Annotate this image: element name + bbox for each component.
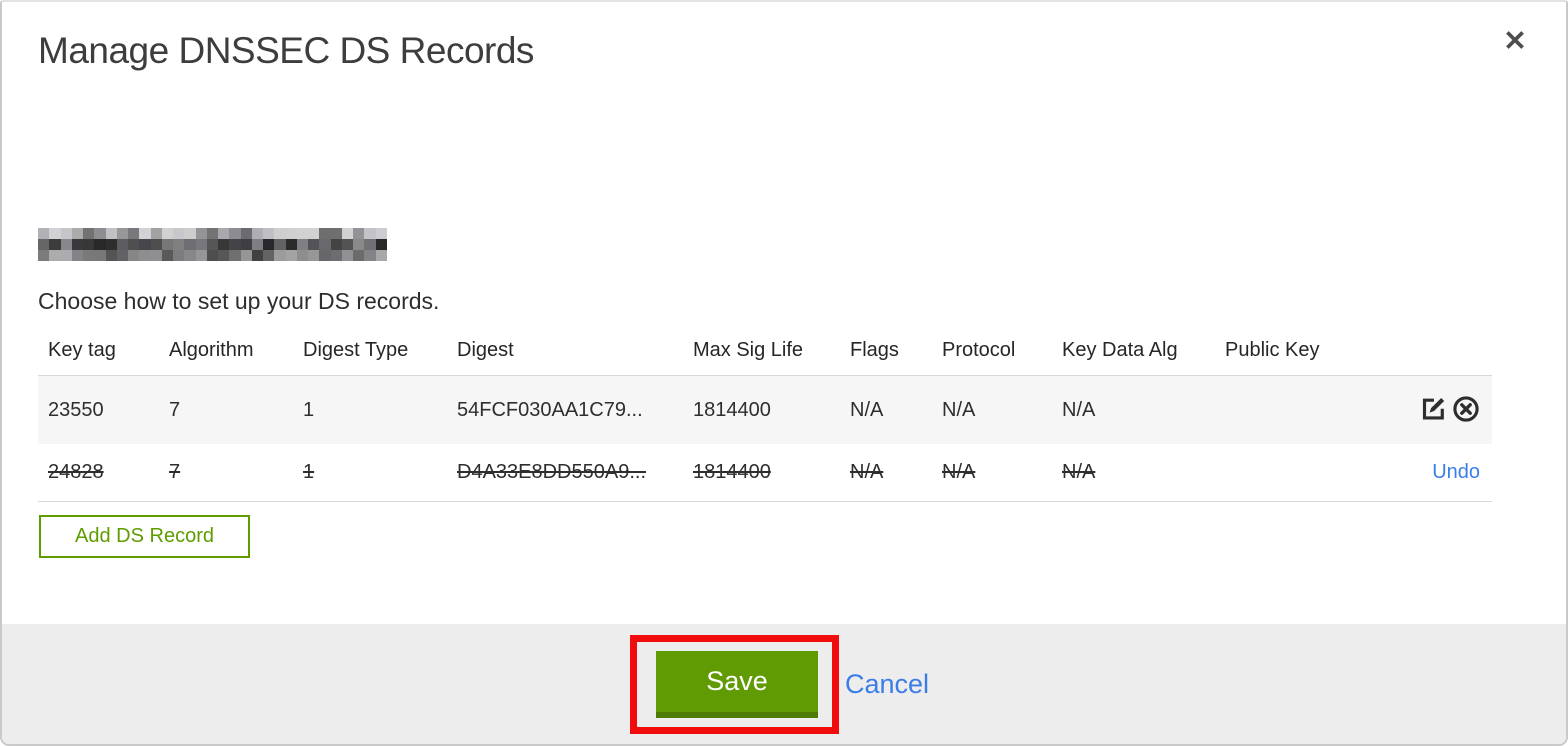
delete-record-button[interactable]	[1451, 395, 1480, 426]
cell-flags: N/A	[850, 398, 884, 421]
column-header-flags: Flags	[850, 339, 899, 361]
cell-protocol: N/A	[942, 398, 976, 421]
add-ds-record-button[interactable]: Add DS Record	[39, 515, 250, 558]
edit-record-button[interactable]	[1419, 396, 1448, 425]
column-header-key-data-alg: Key Data Alg	[1062, 339, 1178, 361]
column-header-max-sig-life: Max Sig Life	[693, 339, 804, 361]
cell-max-sig-life: 1814400	[693, 461, 771, 483]
table-row: 23550 7 1 54FCF030AA1C79... 1814400 N/A …	[38, 376, 1492, 444]
cell-key-tag: 24828	[48, 461, 104, 483]
column-header-digest: Digest	[457, 339, 514, 361]
column-header-public-key: Public Key	[1225, 339, 1320, 361]
cell-max-sig-life: 1814400	[693, 398, 771, 421]
cell-key-data-alg: N/A	[1062, 461, 1096, 483]
close-button[interactable]	[1500, 26, 1530, 56]
cell-digest: 54FCF030AA1C79...	[457, 398, 643, 421]
column-header-digest-type: Digest Type	[303, 339, 409, 361]
ds-records-table: Key tag Algorithm Digest Type Digest Max…	[38, 332, 1492, 502]
edit-pencil-square-icon	[1420, 395, 1447, 425]
save-button[interactable]: Save	[656, 651, 818, 718]
undo-link[interactable]: Undo	[1432, 461, 1480, 484]
row-actions	[1225, 395, 1492, 426]
delete-circle-x-icon	[1452, 395, 1480, 426]
cell-protocol: N/A	[942, 461, 976, 483]
cell-algorithm: 7	[169, 461, 181, 483]
page-title: Manage DNSSEC DS Records	[38, 30, 534, 71]
column-header-algorithm: Algorithm	[169, 339, 254, 361]
subtitle-text: Choose how to set up your DS records.	[38, 288, 440, 314]
cell-digest: D4A33E8DD550A9...	[457, 461, 647, 483]
table-header-row: Key tag Algorithm Digest Type Digest Max…	[38, 332, 1492, 376]
table-row-deleted: 24828 7 1 D4A33E8DD550A9... 1814400 N/A …	[38, 444, 1492, 502]
close-icon	[1502, 27, 1528, 56]
dnssec-modal: Manage DNSSEC DS Records Choose how to s…	[0, 0, 1568, 746]
column-header-protocol: Protocol	[942, 339, 1016, 361]
cell-key-tag: 23550	[48, 398, 104, 421]
cell-flags: N/A	[850, 461, 884, 483]
redacted-domain	[38, 228, 387, 261]
row-actions: Undo	[1225, 461, 1492, 484]
cell-key-data-alg: N/A	[1062, 398, 1096, 421]
column-header-key-tag: Key tag	[48, 339, 116, 361]
cancel-link[interactable]: Cancel	[845, 669, 929, 700]
cell-algorithm: 7	[169, 398, 181, 421]
cell-digest-type: 1	[303, 461, 315, 483]
cell-digest-type: 1	[303, 398, 315, 421]
